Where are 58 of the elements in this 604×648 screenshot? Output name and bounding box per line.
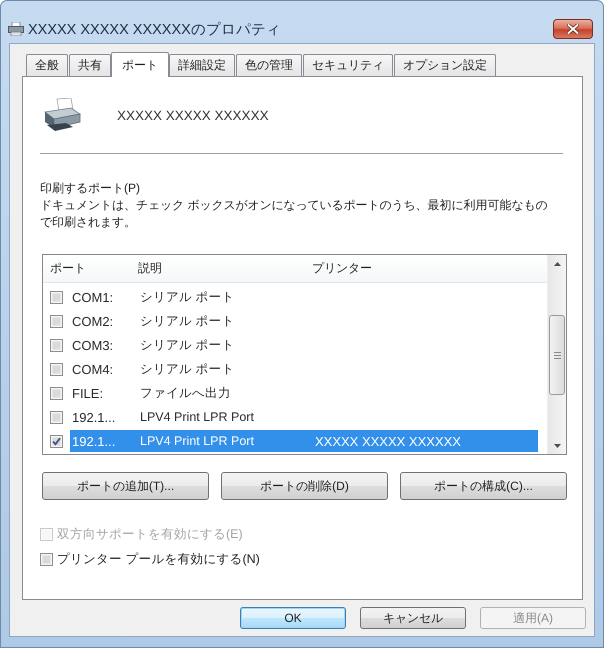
scrollbar-thumb[interactable] <box>549 315 565 395</box>
list-row[interactable]: 192.1... LPV4 Print LPR Port <box>70 406 538 428</box>
table-cell-text: COM4: <box>72 362 114 376</box>
table-cell-text: COM1: <box>72 290 114 304</box>
close-button[interactable] <box>553 19 593 39</box>
tab[interactable]: ポート <box>111 52 169 77</box>
table-cell: XXXXX XXXXX XXXXXX <box>315 434 461 448</box>
table-cell-text: LPV4 Print LPR Port <box>140 434 255 448</box>
list-row[interactable]: COM2: シリアル ポート <box>70 310 538 332</box>
tab[interactable]: オプション設定 <box>394 54 496 76</box>
table-cell-text: FILE: <box>72 386 104 400</box>
column-header[interactable]: ポート <box>50 260 138 277</box>
dialog-button[interactable]: OK <box>240 607 346 629</box>
caret-down-icon <box>554 444 560 448</box>
list-row[interactable]: FILE: ファイルへ出力 <box>70 382 538 404</box>
table-cell-text: シリアル ポート <box>140 312 236 330</box>
column-header[interactable]: プリンター <box>312 260 372 277</box>
close-icon <box>567 24 579 34</box>
list-row[interactable]: COM4: シリアル ポート <box>70 358 538 380</box>
port-button[interactable]: ポートの構成(C)... <box>400 472 567 500</box>
port-button[interactable]: ポートの削除(D) <box>221 472 388 500</box>
table-cell-text: シリアル ポート <box>140 360 236 378</box>
table-cell-text: シリアル ポート <box>140 336 236 354</box>
dialog-button[interactable]: キャンセル <box>360 607 466 629</box>
section-label: 印刷するポート(P) <box>40 180 141 197</box>
section-description: ドキュメントは、チェック ボックスがオンになっているポートのうち、最初に利用可能なもので印刷されます。 <box>40 197 548 231</box>
checkbox-label: 双方向サポートを有効にする(E) <box>57 526 243 543</box>
caret-up-icon <box>554 262 560 266</box>
tab[interactable]: 共有 <box>69 54 111 76</box>
printer-icon <box>42 98 82 132</box>
checkbox[interactable] <box>50 434 63 448</box>
checkbox[interactable] <box>50 386 63 400</box>
checkbox[interactable] <box>50 290 63 304</box>
checkbox[interactable] <box>50 314 63 328</box>
table-cell-text: 192.1... <box>72 434 116 448</box>
tab[interactable]: セキュリティ <box>303 54 393 76</box>
checkbox[interactable] <box>50 338 63 352</box>
tab[interactable]: 全般 <box>26 54 68 76</box>
checkbox[interactable] <box>50 362 63 376</box>
table-cell-text: ファイルへ出力 <box>140 384 232 402</box>
checkbox[interactable] <box>40 553 53 566</box>
table-cell-text: 192.1... <box>72 410 116 424</box>
table-cell-text: LPV4 Print LPR Port <box>140 410 255 424</box>
list-row[interactable]: COM1: シリアル ポート <box>70 286 538 308</box>
column-header[interactable]: 説明 <box>138 260 312 277</box>
list-row[interactable]: COM3: シリアル ポート <box>70 334 538 356</box>
grip-icon <box>554 352 560 358</box>
table-cell-text: シリアル ポート <box>140 288 236 306</box>
table-cell-text: COM2: <box>72 314 114 328</box>
tab[interactable]: 色の管理 <box>236 54 302 76</box>
checkbox[interactable] <box>50 410 63 424</box>
port-button[interactable]: ポートの追加(T)... <box>42 472 209 500</box>
printer-icon <box>8 22 24 36</box>
tab[interactable]: 詳細設定 <box>169 54 235 76</box>
window-title: XXXXX XXXXX XXXXXXのプロパティ <box>28 20 281 38</box>
checkbox-label: プリンター プールを有効にする(N) <box>57 551 260 568</box>
printer-name: XXXXX XXXXX XXXXXX <box>117 108 269 122</box>
table-cell-text: COM3: <box>72 338 114 352</box>
